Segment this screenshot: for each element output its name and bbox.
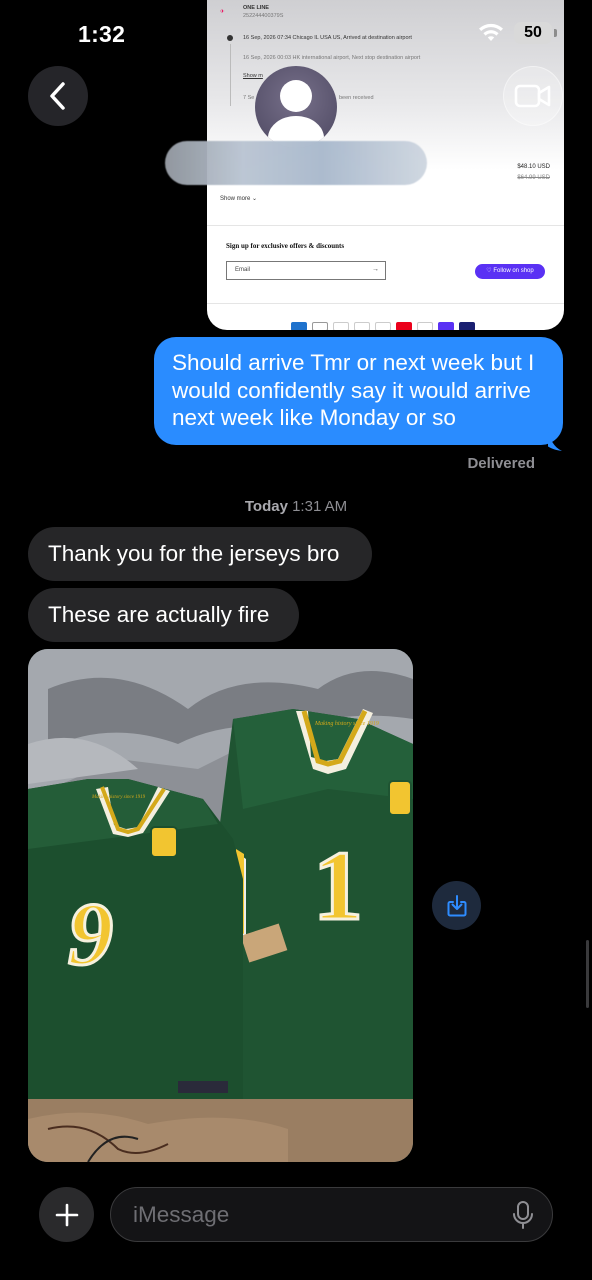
jersey-number-right: 1: [313, 830, 363, 941]
outgoing-message-bubble[interactable]: Should arrive Tmr or next week but I wou…: [154, 337, 563, 445]
add-attachment-button[interactable]: [39, 1187, 94, 1242]
contact-avatar[interactable]: [255, 66, 337, 148]
timeline-dot: [227, 35, 233, 41]
payment-icons: [291, 322, 475, 330]
wifi-icon: [479, 23, 503, 41]
status-time: 1:32: [78, 21, 126, 47]
battery-level: 50: [524, 24, 542, 41]
apple-pay-icon: [312, 322, 328, 330]
chevron-left-icon: [50, 82, 65, 110]
collar-text-left: Making history since 1919: [91, 795, 146, 800]
message-input[interactable]: [110, 1187, 553, 1242]
tracking-event-3-suffix: been received: [339, 95, 374, 101]
screenshot-divider-2: [207, 303, 564, 304]
battery-tip: [554, 29, 557, 37]
facetime-video-button[interactable]: [503, 66, 563, 126]
timestamp-day: Today: [244, 498, 288, 515]
follow-on-shop-button: ♡ Follow on shop: [475, 264, 545, 279]
paypal-icon: [417, 322, 433, 330]
message-timestamp: Today 1:31 AM: [0, 498, 592, 515]
carrier-logo: ✈: [220, 9, 225, 15]
microphone-icon[interactable]: [510, 1200, 536, 1230]
plus-icon: [55, 1203, 78, 1226]
battery-indicator: 50: [514, 22, 557, 44]
show-more-link: Show m: [243, 73, 263, 79]
back-button[interactable]: [28, 66, 88, 126]
show-more-link-2: Show more ⌄: [220, 196, 258, 202]
tracking-event-1: 16 Sep, 2026 07:34 Chicago IL USA US, Ar…: [243, 35, 412, 41]
contact-name-pill[interactable]: [165, 141, 427, 185]
person-icon: [280, 80, 312, 112]
order-price: $48.10 USD: [517, 164, 550, 170]
mastercard-icon: [396, 322, 412, 330]
screenshot-divider: [207, 225, 564, 226]
tracking-event-2: 16 Sep, 2026 00:03 HK international airp…: [243, 55, 421, 61]
signup-title: Sign up for exclusive offers & discounts: [226, 242, 345, 250]
shop-pay-icon: [438, 322, 454, 330]
incoming-message-bubble[interactable]: Thank you for the jerseys bro: [28, 527, 372, 581]
carrier-label: ONE LINE: [243, 5, 269, 11]
video-camera-icon: [514, 84, 551, 108]
save-photo-button[interactable]: [432, 881, 481, 930]
outgoing-message-text: Should arrive Tmr or next week but I wou…: [172, 350, 535, 430]
download-icon: [447, 894, 466, 916]
jerseys-photo[interactable]: Making history since 1919 1 Making histo…: [28, 649, 413, 1162]
tracking-event-3: 7 Se: [243, 95, 255, 101]
collar-text-right: Making history since 1919: [314, 721, 379, 727]
timestamp-time: 1:31 AM: [292, 498, 348, 515]
incoming-message-text: Thank you for the jerseys bro: [48, 541, 340, 566]
tracking-number: 252244400379S: [243, 13, 284, 19]
bubble-tail: [548, 430, 562, 451]
scrollbar[interactable]: [586, 940, 589, 1008]
diners-icon: [333, 322, 349, 330]
email-placeholder: Email: [235, 267, 251, 273]
arrow-right-icon: →: [372, 266, 379, 273]
google-pay-icon: [375, 322, 391, 330]
discover-icon: [354, 322, 370, 330]
delivered-status: Delivered: [467, 455, 535, 472]
amex-icon: [291, 322, 307, 330]
jersey-number-left: 9: [68, 885, 113, 984]
screenshot-email-field: Email →: [226, 261, 386, 280]
timeline-line: [230, 44, 231, 106]
jerseys-photo-drawing: Making history since 1919 1 Making histo…: [28, 649, 413, 1162]
status-icons: 50: [478, 22, 557, 44]
incoming-message-text: These are actually fire: [48, 602, 270, 627]
incoming-message-bubble[interactable]: These are actually fire: [28, 588, 299, 642]
visa-icon: [459, 322, 475, 330]
order-price-old: $64.99 USD: [517, 175, 550, 181]
